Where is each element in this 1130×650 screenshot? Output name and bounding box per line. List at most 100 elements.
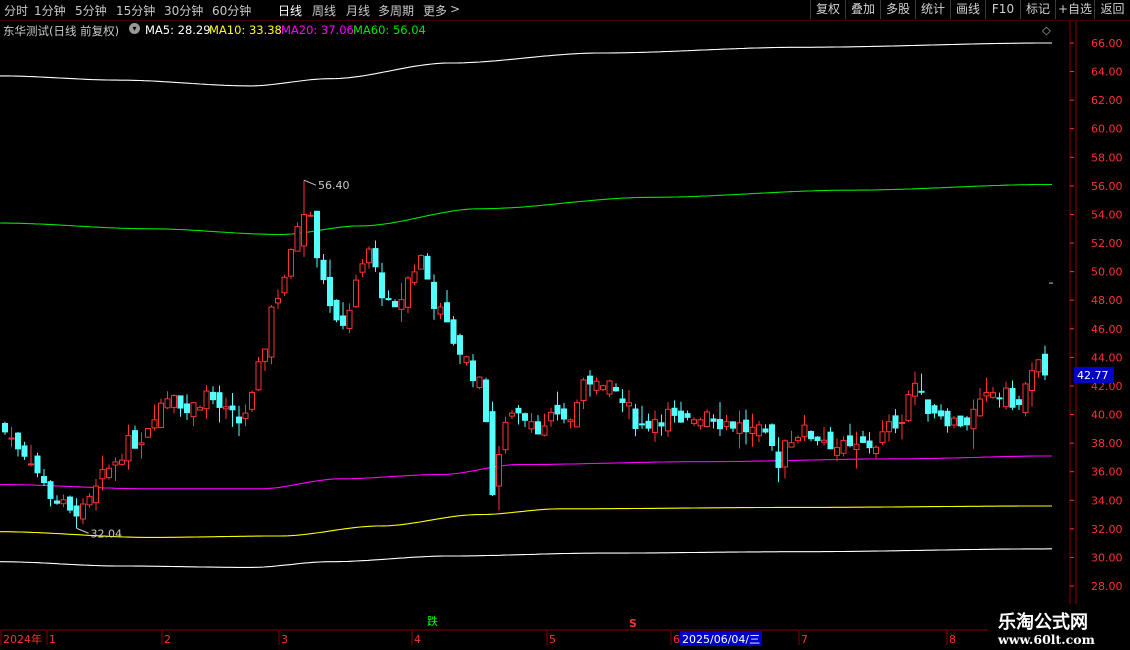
candle-body-down [67,496,73,511]
price-tick-label: 54.00 [1091,208,1123,221]
candle-body-down [860,436,866,443]
diamond-icon[interactable]: ◇ [1042,23,1051,37]
chevron-right-icon[interactable]: > [450,2,460,16]
add-watchlist-button[interactable]: +自选 [1055,0,1094,19]
candle-body-down [379,272,385,299]
time-axis-label: 2 [164,633,171,646]
f10-button[interactable]: F10 [985,0,1020,19]
time-axis-label: 6 [673,633,680,646]
tab-multi-period[interactable]: 多周期 [378,2,414,19]
candle[interactable] [606,379,613,398]
candle-body-down [21,445,28,457]
candle[interactable] [476,376,483,390]
candle[interactable] [424,253,431,280]
kline-chart[interactable]: 56.4032.04跌 S 66.0064.0062.0060.0058.0056… [0,0,1130,650]
draw-line-button[interactable]: 画线 [950,0,985,19]
candle[interactable] [704,409,710,428]
candle-body-down [372,248,379,268]
tab-30min[interactable]: 30分钟 [164,2,203,19]
candle-body-down [925,399,931,414]
price-tick-label: 58.00 [1091,151,1123,164]
candle-body-up [99,468,106,480]
candle-body-up [242,412,249,420]
tab-fenshi[interactable]: 分时 [4,2,28,19]
candle[interactable] [268,305,275,365]
candle-body-up [736,422,743,434]
tab-daily[interactable]: 日线 [278,2,302,19]
fuquan-button[interactable]: 复权 [810,0,845,19]
back-button[interactable]: 返回 [1094,0,1130,19]
candle[interactable] [483,377,489,423]
candle[interactable] [249,390,255,413]
candle-body-down [775,451,782,469]
statistics-button[interactable]: 统计 [915,0,950,19]
candle-body-up [990,392,996,398]
price-tick-label: 28.00 [1091,580,1123,593]
candle[interactable] [255,356,262,392]
price-tick-label: 60.00 [1091,123,1123,136]
multi-stock-button[interactable]: 多股 [880,0,915,19]
candle-body-down [47,481,54,499]
candle[interactable] [294,222,301,252]
tab-60min[interactable]: 60分钟 [212,2,251,19]
settings-circle-icon[interactable]: ▾ [129,23,140,34]
candle-body-up [496,454,502,487]
candle-body-down [645,420,652,429]
candle[interactable] [1022,381,1029,417]
candle[interactable] [353,274,359,308]
candle[interactable] [333,299,340,323]
candle-body-up [912,382,918,397]
candle-body-down [1042,353,1048,376]
tab-monthly[interactable]: 月线 [346,2,370,19]
candle[interactable] [957,415,964,428]
candle-body-up [171,395,177,408]
candle-body-up [463,356,470,364]
tab-5min[interactable]: 5分钟 [75,2,107,19]
chart-title[interactable]: 东华测试(日线 前复权) [3,23,119,39]
tab-1min[interactable]: 1分钟 [34,2,66,19]
candle-body-up [249,392,255,410]
candle-body-up [600,385,606,391]
candle-body-down [132,430,138,449]
candle[interactable] [450,316,457,346]
candle-body-up [541,425,548,436]
sell-signal-fall: 跌 [427,614,438,628]
overlay-button[interactable]: 叠加 [845,0,880,19]
candle-body-down [587,375,593,385]
tab-15min[interactable]: 15分钟 [116,2,155,19]
low-label: 32.04 [91,527,123,540]
candle-body-up [190,402,197,418]
candle-body-down [561,408,567,420]
tab-weekly[interactable]: 周线 [312,2,336,19]
candle-body-up [28,463,34,466]
time-axis-label: 5 [549,633,556,646]
mark-button[interactable]: 标记 [1020,0,1055,19]
candle-body-down [327,276,333,307]
candle[interactable] [489,401,496,496]
candle-body-up [509,412,515,417]
candle[interactable] [158,398,164,429]
candle[interactable] [288,248,294,280]
candle[interactable] [405,276,411,314]
tab-more[interactable]: 更多 [423,2,447,19]
candle-body-up [197,407,203,411]
candle-body-up [262,348,268,362]
candle-body-down [535,421,541,435]
candle-body-up [307,214,314,217]
candle[interactable] [281,274,288,297]
candle[interactable] [905,390,912,422]
candle[interactable] [502,416,509,454]
time-axis-label: 4 [414,633,421,646]
candle-body-down [15,432,21,450]
price-tick-label: 34.00 [1091,494,1123,507]
current-price-label: 42.77 [1077,369,1109,382]
candle-body-up [398,299,405,310]
candle[interactable] [574,399,580,428]
candle[interactable] [145,428,151,438]
candle[interactable] [418,254,424,270]
time-axis-label: 8 [949,633,956,646]
candle-body-up [580,379,587,402]
candle-body-down [385,298,392,301]
time-axis-label: 2024年 [3,632,42,646]
watermark-title: 乐淘公式网 [998,612,1088,633]
